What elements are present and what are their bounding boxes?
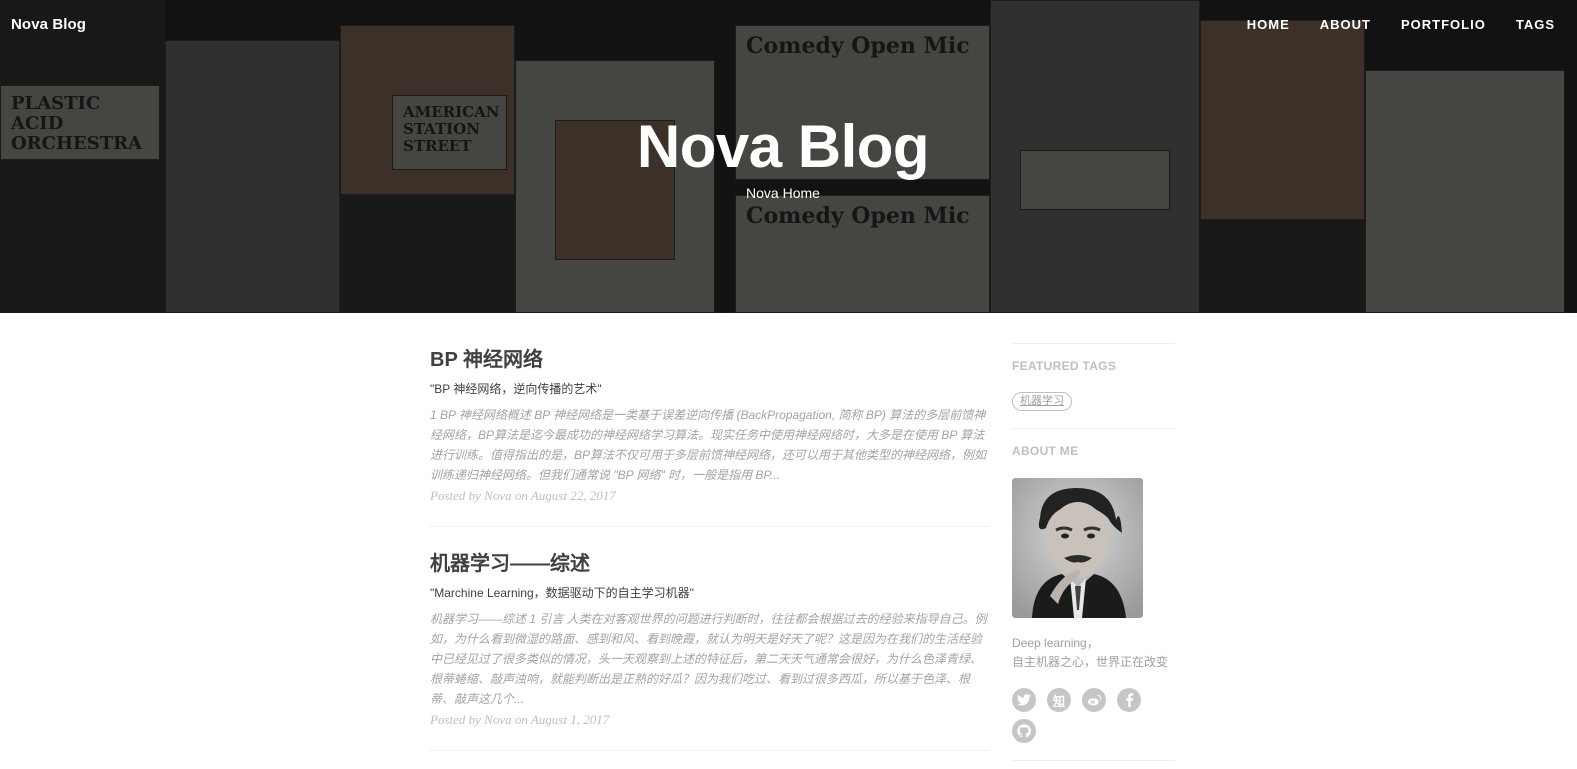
- about-line: 自主机器之心，世界正在改变: [1012, 655, 1169, 669]
- post-excerpt[interactable]: 机器学习——综述 1 引言 人类在对客观世界的问题进行判断时，往往都会根据过去的…: [430, 609, 990, 709]
- tag-link[interactable]: 机器学习: [1012, 392, 1072, 411]
- about-line: Deep learning，: [1012, 636, 1099, 650]
- zhihu-glyph: 知: [1052, 693, 1065, 708]
- avatar-portrait: [1012, 478, 1143, 618]
- brand-link[interactable]: Nova Blog: [11, 16, 86, 33]
- avatar: [1012, 478, 1143, 618]
- post-list: BP 神经网络 "BP 神经网络，逆向传播的艺术" 1 BP 神经网络概述 BP…: [430, 344, 990, 769]
- post-preview[interactable]: 机器学习——综述 "Marchine Learning，数据驱动下的自主学习机器…: [430, 548, 990, 751]
- featured-tags-heading: FEATURED TAGS: [1012, 359, 1117, 373]
- about-me-heading: ABOUT ME: [1012, 444, 1079, 458]
- about-me-section: ABOUT ME Deep learning， 自主机器之心，世界正在改变 知: [1012, 428, 1175, 761]
- nav-portfolio[interactable]: PORTFOLIO: [1401, 17, 1486, 32]
- featured-tags-section: FEATURED TAGS 机器学习: [1012, 343, 1175, 411]
- site-subtitle: Nova Home: [746, 185, 820, 201]
- twitter-icon[interactable]: [1012, 688, 1036, 712]
- post-subtitle[interactable]: "Marchine Learning，数据驱动下的自主学习机器": [430, 584, 990, 602]
- github-icon[interactable]: [1012, 719, 1036, 743]
- nav-tags[interactable]: TAGS: [1516, 17, 1555, 32]
- post-title[interactable]: BP 神经网络: [430, 344, 990, 376]
- post-subtitle[interactable]: "BP 神经网络，逆向传播的艺术": [430, 380, 990, 398]
- social-links: 知: [1012, 688, 1152, 743]
- sidebar-divider: [1012, 760, 1175, 761]
- post-preview[interactable]: BP 神经网络 "BP 神经网络，逆向传播的艺术" 1 BP 神经网络概述 BP…: [430, 344, 990, 527]
- post-excerpt[interactable]: 1 BP 神经网络概述 BP 神经网络是一类基于误差逆向传播 (BackProp…: [430, 405, 990, 485]
- post-title[interactable]: 机器学习——综述: [430, 548, 990, 580]
- hero-header: PLASTIC ACID ORCHESTRA AMERICAN STATION …: [0, 0, 1577, 313]
- post-meta: Posted by Nova on August 22, 2017: [430, 488, 616, 503]
- about-text: Deep learning， 自主机器之心，世界正在改变: [1012, 634, 1175, 672]
- post-meta: Posted by Nova on August 1, 2017: [430, 712, 610, 727]
- facebook-icon[interactable]: [1117, 688, 1141, 712]
- weibo-icon[interactable]: [1082, 688, 1106, 712]
- zhihu-icon[interactable]: 知: [1047, 688, 1071, 712]
- top-nav: HOME ABOUT PORTFOLIO TAGS: [1247, 17, 1555, 32]
- nav-home[interactable]: HOME: [1247, 17, 1290, 32]
- sidebar: FEATURED TAGS 机器学习 ABOUT ME Deep learnin…: [1012, 343, 1175, 761]
- nav-about[interactable]: ABOUT: [1320, 17, 1371, 32]
- site-title: Nova Blog: [636, 113, 930, 180]
